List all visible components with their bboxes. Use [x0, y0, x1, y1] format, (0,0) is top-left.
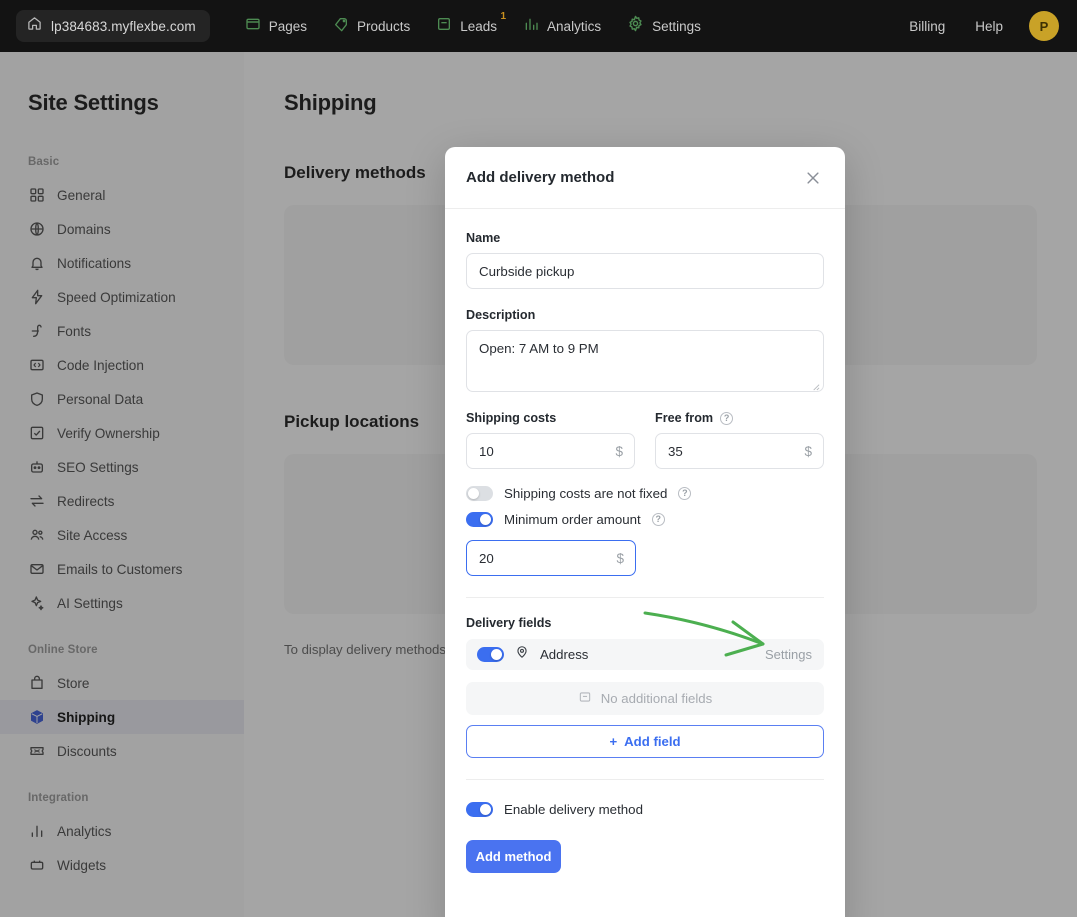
- add-field-button-label: Add field: [624, 734, 681, 749]
- description-textarea[interactable]: Open: 7 AM to 9 PM: [466, 330, 824, 392]
- gear-icon: [627, 15, 644, 37]
- free-from-input[interactable]: 35: [655, 433, 824, 469]
- shipping-costs-input[interactable]: 10: [466, 433, 635, 469]
- nav-item-settings[interactable]: Settings: [614, 10, 714, 42]
- dialog-body: Name Curbside pickup Description Open: 7…: [445, 209, 845, 917]
- nav-label-leads: Leads: [460, 18, 498, 34]
- nav-label-settings: Settings: [652, 18, 701, 34]
- add-field-button[interactable]: + Add field: [466, 725, 824, 758]
- add-delivery-method-dialog: Add delivery method Name Curbside pickup…: [445, 147, 845, 917]
- home-icon: [27, 16, 42, 36]
- toggle-knob: [491, 649, 502, 660]
- shipping-costs-not-fixed-row: Shipping costs are not fixed ?: [466, 486, 824, 501]
- textarea-resize-grip[interactable]: [811, 379, 820, 391]
- site-domain-label: lp384683.myflexbe.com: [51, 18, 196, 34]
- section-divider: [466, 597, 824, 598]
- site-domain-chip[interactable]: lp384683.myflexbe.com: [16, 10, 210, 42]
- plus-icon: +: [609, 734, 618, 749]
- leads-count-badge: 1: [500, 11, 507, 22]
- toggle-knob: [480, 804, 491, 815]
- top-nav-right: Billing Help P: [897, 11, 1061, 41]
- enable-delivery-method-row: Enable delivery method: [466, 802, 824, 817]
- dialog-header: Add delivery method: [445, 147, 845, 209]
- help-icon[interactable]: ?: [651, 513, 665, 526]
- costs-row: Shipping costs 10 $ Free from ? 35 $: [466, 411, 824, 469]
- nav-label-products: Products: [356, 18, 411, 34]
- nav-label-analytics: Analytics: [547, 18, 602, 34]
- shipping-costs-input-wrap: 10 $: [466, 433, 635, 469]
- nav-item-products[interactable]: Products: [320, 10, 423, 42]
- delivery-field-address-row: Address Settings: [466, 639, 824, 670]
- free-from-group: Free from ? 35 $: [655, 411, 824, 469]
- free-from-input-wrap: 35 $: [655, 433, 824, 469]
- top-nav-items: Pages Products Leads 1 Analytics Setting…: [232, 10, 714, 42]
- minimum-order-amount-label: Minimum order amount: [504, 512, 641, 527]
- address-field-label: Address: [540, 647, 589, 662]
- enable-delivery-method-toggle[interactable]: [466, 802, 493, 817]
- description-textarea-value: Open: 7 AM to 9 PM: [479, 341, 599, 356]
- no-additional-fields-label: No additional fields: [600, 691, 713, 706]
- pages-icon: [245, 16, 261, 37]
- name-field-label: Name: [466, 231, 501, 245]
- free-from-label-text: Free from: [655, 411, 714, 425]
- enable-delivery-method-label: Enable delivery method: [504, 802, 643, 817]
- bar-chart-icon: [523, 16, 539, 37]
- avatar[interactable]: P: [1029, 11, 1059, 41]
- nav-label-pages: Pages: [268, 18, 307, 34]
- section-divider: [466, 779, 824, 780]
- address-field-settings-link[interactable]: Settings: [765, 647, 812, 662]
- shipping-costs-not-fixed-label: Shipping costs are not fixed: [504, 486, 668, 501]
- add-method-button[interactable]: Add method: [466, 840, 561, 873]
- nav-item-pages[interactable]: Pages: [232, 10, 320, 42]
- toggle-knob: [468, 488, 479, 499]
- tag-icon: [333, 16, 349, 37]
- toggle-knob: [480, 514, 491, 525]
- free-from-label: Free from ?: [655, 411, 824, 425]
- delivery-fields-label: Delivery fields: [466, 616, 552, 630]
- help-link[interactable]: Help: [963, 19, 1015, 34]
- minimum-order-amount-toggle[interactable]: [466, 512, 493, 527]
- currency-symbol: $: [616, 550, 624, 566]
- no-additional-fields-placeholder: No additional fields: [466, 682, 824, 715]
- shipping-costs-group: Shipping costs 10 $: [466, 411, 635, 469]
- address-field-toggle[interactable]: [477, 647, 504, 662]
- minimum-order-amount-input[interactable]: 20: [466, 540, 636, 576]
- billing-link[interactable]: Billing: [897, 19, 957, 34]
- nav-item-analytics[interactable]: Analytics: [510, 10, 614, 42]
- close-icon[interactable]: [802, 167, 824, 189]
- app-root: lp384683.myflexbe.com Pages Products Lea: [0, 0, 1077, 917]
- top-navigation-bar: lp384683.myflexbe.com Pages Products Lea: [0, 0, 1077, 52]
- currency-symbol: $: [804, 443, 812, 459]
- shipping-costs-not-fixed-toggle[interactable]: [466, 486, 493, 501]
- currency-symbol: $: [615, 443, 623, 459]
- description-field-label: Description: [466, 308, 536, 322]
- shipping-costs-label: Shipping costs: [466, 411, 557, 425]
- dialog-title: Add delivery method: [466, 169, 615, 186]
- help-icon[interactable]: ?: [720, 411, 734, 425]
- nav-item-leads[interactable]: Leads 1: [423, 10, 510, 42]
- inbox-icon: [436, 16, 452, 37]
- minimum-order-amount-row: Minimum order amount ?: [466, 512, 824, 527]
- help-icon[interactable]: ?: [678, 487, 692, 500]
- minimum-order-amount-input-wrap: 20 $: [466, 540, 636, 576]
- name-input[interactable]: Curbside pickup: [466, 253, 824, 289]
- archive-icon: [578, 690, 592, 707]
- map-pin-icon: [515, 645, 529, 664]
